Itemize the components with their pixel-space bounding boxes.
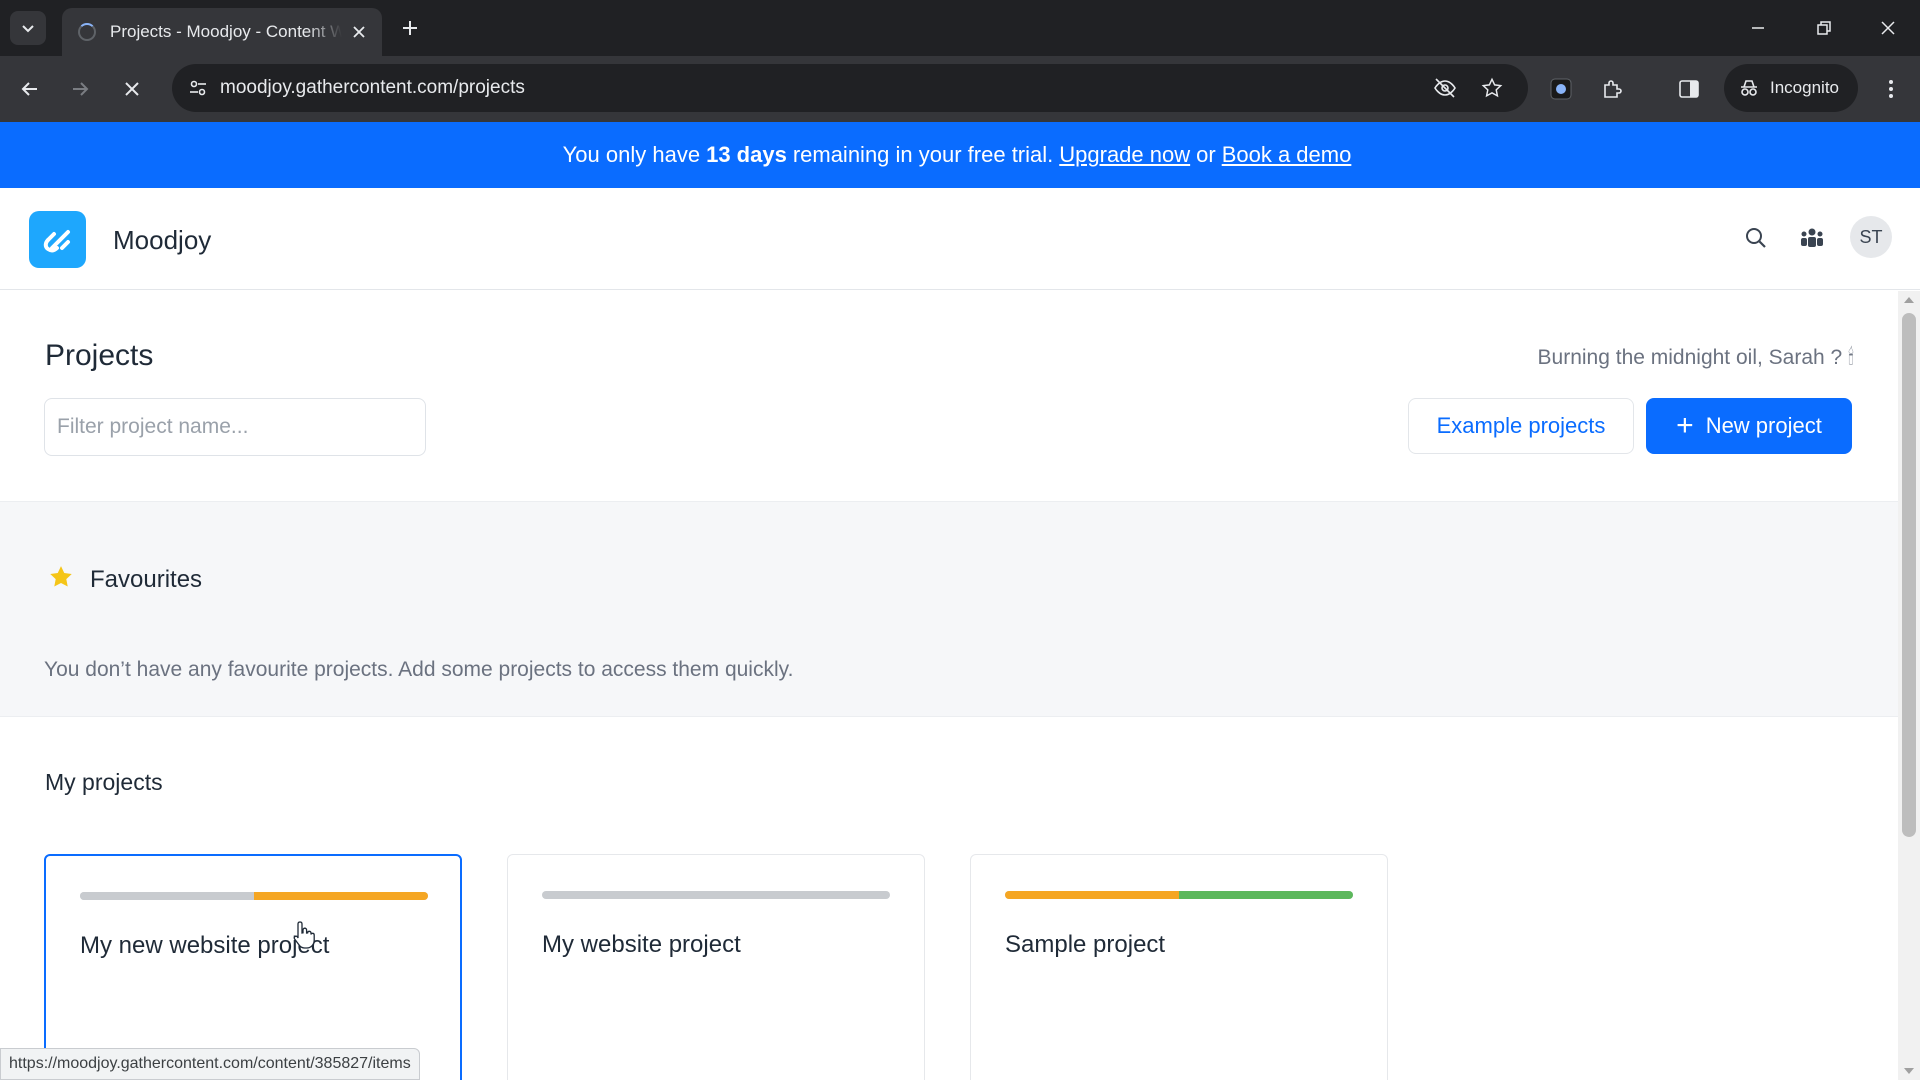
close-icon: [125, 82, 139, 96]
app-header: Moodjoy ST: [0, 188, 1920, 290]
link-status-bar: https://moodjoy.gathercontent.com/conten…: [0, 1048, 420, 1080]
address-bar[interactable]: moodjoy.gathercontent.com/projects: [172, 64, 1528, 112]
back-button[interactable]: [14, 73, 46, 105]
org-name[interactable]: Moodjoy: [113, 225, 211, 256]
user-avatar[interactable]: ST: [1850, 216, 1892, 258]
banner-middle: remaining in your free trial.: [792, 142, 1054, 167]
people-icon: [1801, 228, 1823, 247]
search-button[interactable]: [1736, 218, 1776, 258]
incognito-icon: [1741, 80, 1757, 96]
arrow-right-icon: [73, 82, 89, 96]
extension-button[interactable]: [1546, 74, 1576, 104]
progress-segment: [1179, 891, 1353, 899]
favourites-section: Favourites You don’t have any favourite …: [0, 501, 1898, 717]
browser-tab-strip: Projects - Moodjoy - Content W: [0, 0, 1920, 56]
project-progress-bar: [1005, 891, 1353, 899]
side-panel-button[interactable]: [1674, 74, 1704, 104]
status-url: https://moodjoy.gathercontent.com/conten…: [9, 1055, 411, 1072]
plus-icon: +: [1676, 409, 1694, 442]
forward-button[interactable]: [64, 73, 96, 105]
tab-title: Projects - Moodjoy - Content W: [110, 22, 342, 41]
close-icon: [1881, 21, 1895, 35]
banner-or: or: [1196, 142, 1216, 167]
arrow-left-icon: [21, 82, 37, 96]
incognito-label: Incognito: [1770, 78, 1839, 97]
banner-days: 13 days: [706, 142, 787, 167]
more-vertical-icon: [1889, 80, 1893, 98]
page-title: Projects: [45, 339, 154, 372]
trial-banner: You only have 13 days remaining in your …: [0, 122, 1920, 188]
eye-off-icon: [1434, 78, 1456, 98]
star-icon: [50, 566, 72, 587]
extensions-menu-button[interactable]: [1598, 74, 1628, 104]
browser-toolbar: moodjoy.gathercontent.com/projects Incog…: [0, 56, 1920, 122]
favourites-empty-message: You don’t have any favourite projects. A…: [44, 658, 794, 681]
progress-segment: [542, 891, 890, 899]
extension-logo-icon: [1550, 78, 1572, 100]
example-projects-button[interactable]: Example projects: [1408, 398, 1634, 454]
avatar-initials: ST: [1859, 226, 1883, 247]
tab-search-button[interactable]: [10, 11, 46, 45]
banner-prefix: You only have: [562, 142, 701, 167]
hand-pointer-icon: [293, 921, 315, 949]
close-tab-button[interactable]: [348, 21, 370, 43]
progress-segment: [80, 892, 254, 900]
chevron-down-icon: [22, 25, 34, 33]
greeting-text: Burning the midnight oil, Sarah ? 🕯: [1537, 346, 1854, 369]
example-projects-label: Example projects: [1436, 413, 1606, 438]
side-panel-icon: [1679, 80, 1699, 98]
close-icon: [353, 26, 365, 38]
loading-spinner-icon: [78, 23, 96, 41]
team-button[interactable]: [1792, 218, 1832, 258]
new-project-label: New project: [1705, 413, 1822, 438]
incognito-indicator[interactable]: Incognito: [1724, 64, 1858, 112]
project-progress-bar: [80, 892, 428, 900]
star-icon: [1481, 77, 1503, 98]
project-card[interactable]: My website project: [507, 854, 925, 1080]
browser-menu-button[interactable]: [1876, 74, 1906, 104]
project-name: My website project: [542, 931, 741, 958]
minimize-icon: [1752, 27, 1764, 29]
new-project-button[interactable]: + New project: [1646, 398, 1852, 454]
book-demo-link[interactable]: Book a demo: [1222, 142, 1352, 168]
restore-window-button[interactable]: [1810, 14, 1838, 42]
stop-loading-button[interactable]: [116, 73, 148, 105]
puzzle-icon: [1604, 80, 1622, 98]
scroll-up-arrow-icon[interactable]: [1904, 297, 1914, 303]
tracking-protection-button[interactable]: [1431, 74, 1459, 102]
url-text: moodjoy.gathercontent.com/projects: [220, 77, 525, 98]
tune-icon: [190, 80, 206, 96]
filter-project-input[interactable]: [44, 398, 426, 456]
page-scrollbar[interactable]: [1898, 291, 1920, 1080]
favourites-title: Favourites: [90, 566, 203, 593]
browser-tab-projects[interactable]: Projects - Moodjoy - Content W: [62, 8, 382, 56]
site-info-button[interactable]: [182, 72, 214, 104]
search-icon: [1746, 228, 1766, 248]
plus-icon: [403, 21, 417, 35]
progress-segment: [254, 892, 428, 900]
app-logo[interactable]: [29, 211, 86, 268]
scroll-down-arrow-icon[interactable]: [1904, 1068, 1914, 1074]
minimize-window-button[interactable]: [1744, 14, 1772, 42]
my-projects-title: My projects: [45, 769, 163, 795]
project-card[interactable]: Sample project: [970, 854, 1388, 1080]
close-window-button[interactable]: [1874, 14, 1902, 42]
progress-segment: [1005, 891, 1179, 899]
project-name: Sample project: [1005, 931, 1166, 958]
project-progress-bar: [542, 891, 890, 899]
logo-icon: [43, 229, 70, 252]
new-tab-button[interactable]: [396, 14, 424, 42]
upgrade-now-link[interactable]: Upgrade now: [1059, 142, 1190, 168]
projects-page: Projects Burning the midnight oil, Sarah…: [0, 291, 1898, 1080]
scrollbar-thumb[interactable]: [1902, 313, 1916, 837]
project-card[interactable]: My new website project: [44, 854, 462, 1080]
bookmark-button[interactable]: [1478, 74, 1506, 102]
restore-icon: [1817, 21, 1831, 35]
